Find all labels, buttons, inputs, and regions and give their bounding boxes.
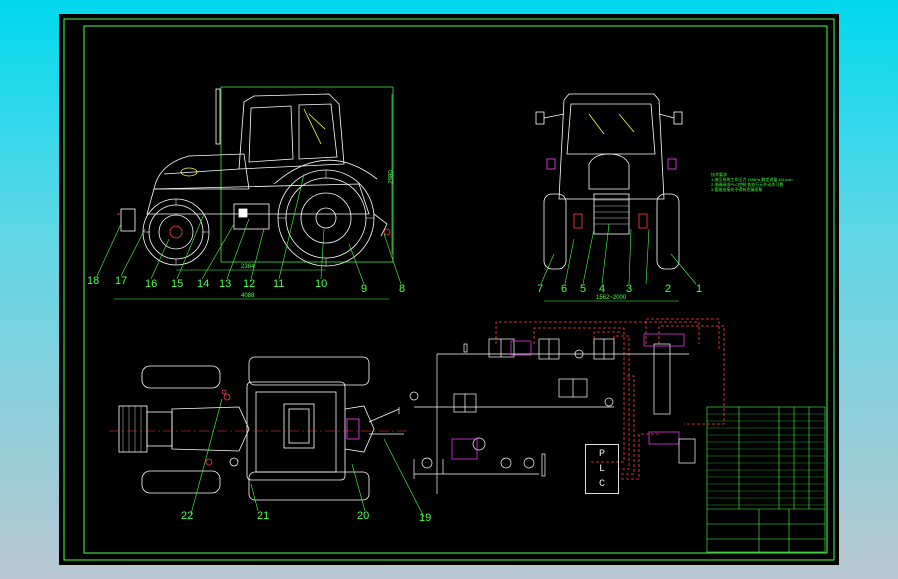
callout-19: 19 xyxy=(419,512,432,524)
dimension-rear-track: 1562~2000 xyxy=(596,295,627,301)
callout-3: 3 xyxy=(626,283,633,295)
callout-6: 6 xyxy=(561,283,568,295)
callout-11: 11 xyxy=(273,278,285,290)
callout-20: 20 xyxy=(357,510,370,522)
notes-line: 3.管路连接处不得有泄漏现象 xyxy=(711,187,763,192)
hydraulic-schematic xyxy=(398,318,826,553)
callout-22: 22 xyxy=(181,510,194,522)
plc-letter: L xyxy=(598,463,605,475)
plan-view-tractor xyxy=(109,356,425,518)
plc-letter: C xyxy=(598,478,605,490)
callout-12: 12 xyxy=(243,278,256,290)
technical-notes: 技术要求 1.液压系统工作压力 16MPa,额定流量 40L/min 2.电磁阀… xyxy=(711,172,801,192)
callout-21: 21 xyxy=(257,510,270,522)
callout-18: 18 xyxy=(87,275,100,287)
callout-4: 4 xyxy=(599,283,606,295)
callout-14: 14 xyxy=(197,278,210,290)
drawing-sheet: 18 17 16 15 14 13 12 11 10 9 8 7 6 5 4 3… xyxy=(59,14,839,565)
callout-15: 15 xyxy=(171,278,184,290)
callout-1: 1 xyxy=(696,283,703,295)
dimension-wheelbase: 2384 xyxy=(241,264,255,270)
dimension-height: 2980 xyxy=(388,170,395,184)
callout-13: 13 xyxy=(219,278,232,290)
callout-8: 8 xyxy=(399,283,406,295)
callout-2: 2 xyxy=(665,283,672,295)
callout-17: 17 xyxy=(115,275,128,287)
callout-5: 5 xyxy=(580,283,587,295)
dimension-overall-length: 4088 xyxy=(241,293,255,299)
callout-7: 7 xyxy=(537,283,544,295)
plc-letter: P xyxy=(598,448,605,460)
callout-9: 9 xyxy=(361,283,368,295)
rear-view-tractor xyxy=(535,93,697,302)
plc-controller-box: P L C xyxy=(585,444,619,494)
callout-16: 16 xyxy=(145,278,158,290)
callout-10: 10 xyxy=(315,278,328,290)
